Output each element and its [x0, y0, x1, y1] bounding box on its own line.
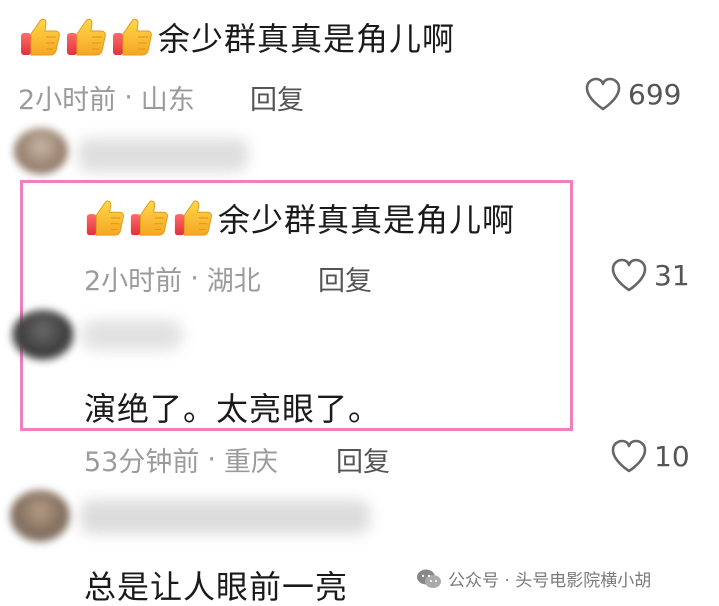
- thumbs-up-icon: [172, 197, 214, 239]
- watermark: 公众号 · 头号电影院横小胡: [416, 566, 651, 591]
- comment-3-content: 演绝了。太亮眼了。: [84, 384, 381, 430]
- wechat-icon: [417, 569, 441, 588]
- comment-2-text: 余少群真真是角儿啊: [218, 201, 516, 239]
- meta-separator: ·: [207, 444, 216, 475]
- thumbs-up-icon: [18, 15, 62, 59]
- thumbs-up-icon: [110, 15, 154, 59]
- comment-2-like-button[interactable]: 31: [610, 257, 690, 293]
- meta-separator: ·: [124, 82, 133, 113]
- thumbs-up-icon: [64, 15, 108, 59]
- comment-2-meta: 2小时前 · 湖北: [84, 259, 261, 298]
- thumbs-up-icon: [128, 197, 170, 239]
- comment-3-meta: 53分钟前 · 重庆: [84, 440, 278, 479]
- blurred-username: [82, 320, 182, 350]
- comment-3-like-button[interactable]: 10: [610, 438, 690, 474]
- comment-3-reply-button[interactable]: 回复: [336, 440, 390, 479]
- comment-1-location: 山东: [140, 85, 195, 116]
- comment-1-meta: 2小时前 · 山东: [18, 78, 195, 117]
- comment-2-time: 2小时前: [84, 266, 183, 297]
- comment-2-reply-button[interactable]: 回复: [318, 259, 372, 298]
- comment-4-content: 总是让人眼前一亮: [84, 562, 348, 606]
- comment-1-time: 2小时前: [18, 85, 117, 116]
- avatar[interactable]: [14, 128, 68, 174]
- thumbs-up-icon: [84, 197, 126, 239]
- comment-1-emoji-row: [18, 15, 154, 59]
- avatar[interactable]: [10, 490, 70, 542]
- comment-1-content: 余少群真真是角儿啊: [18, 14, 455, 60]
- comment-1-like-count: 699: [628, 77, 682, 111]
- heart-icon: [584, 76, 622, 112]
- comment-1-text: 余少群真真是角儿啊: [158, 20, 456, 58]
- comment-4-text: 总是让人眼前一亮: [84, 568, 349, 606]
- comment-list-screenshot: 余少群真真是角儿啊 2小时前 · 山东 回复 699 余少群真真是角儿啊 2小时…: [0, 0, 719, 606]
- avatar[interactable]: [12, 310, 74, 360]
- comment-3-location: 重庆: [223, 447, 278, 478]
- comment-2-emoji-row: [84, 197, 214, 239]
- comment-3-time: 53分钟前: [84, 447, 200, 478]
- comment-1-like-button[interactable]: 699: [584, 76, 681, 112]
- comment-3-like-count: 10: [654, 439, 690, 473]
- comment-2-location: 湖北: [206, 266, 261, 297]
- comment-1-reply-button[interactable]: 回复: [250, 78, 304, 117]
- blurred-username: [80, 500, 370, 534]
- comment-2-like-count: 31: [654, 258, 690, 292]
- watermark-text: 公众号 · 头号电影院横小胡: [448, 571, 652, 591]
- meta-separator: ·: [190, 263, 199, 294]
- comment-2-content: 余少群真真是角儿啊: [84, 195, 515, 241]
- comment-3-text: 演绝了。太亮眼了。: [84, 390, 382, 428]
- heart-icon: [610, 257, 648, 293]
- blurred-username: [78, 138, 248, 172]
- heart-icon: [610, 438, 648, 474]
